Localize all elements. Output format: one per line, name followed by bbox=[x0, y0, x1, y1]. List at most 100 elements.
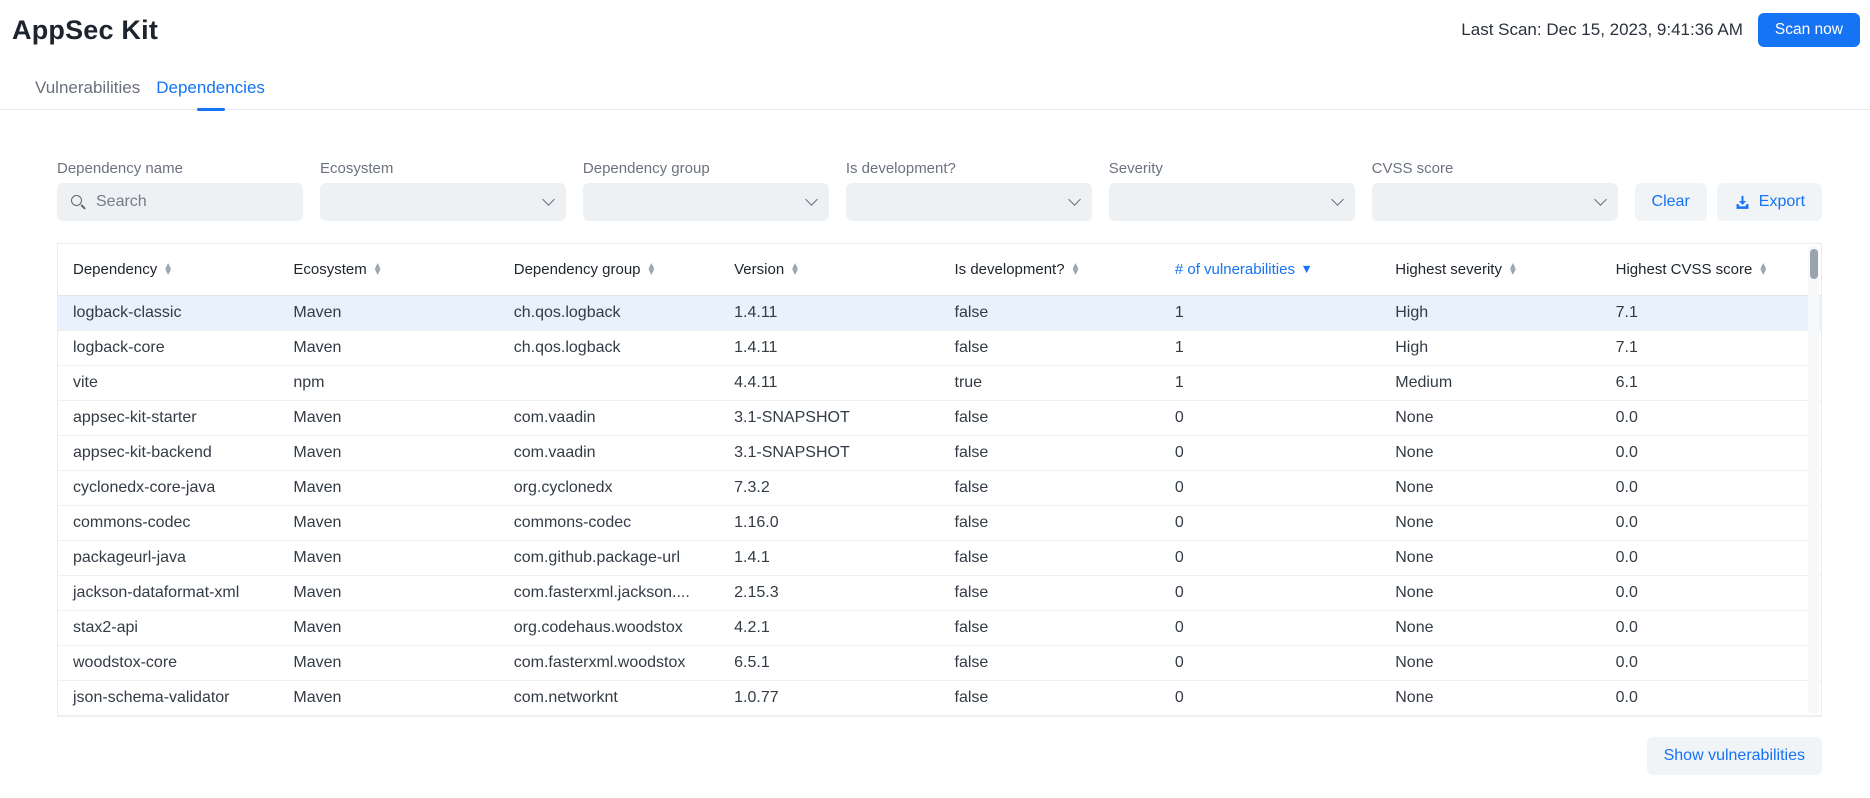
filter-select-severity[interactable] bbox=[1109, 183, 1355, 221]
cell-dependency: json-schema-validator bbox=[58, 680, 278, 715]
filter-select-cvss-score[interactable] bbox=[1372, 183, 1618, 221]
tabs: Vulnerabilities Dependencies bbox=[27, 72, 1870, 109]
cell-highest-cvss-score: 7.1 bbox=[1601, 295, 1821, 330]
table-row[interactable]: appsec-kit-backendMavencom.vaadin3.1-SNA… bbox=[58, 435, 1821, 470]
table-row[interactable]: logback-classicMavench.qos.logback1.4.11… bbox=[58, 295, 1821, 330]
cell-version: 1.4.11 bbox=[719, 330, 939, 365]
cell-highest-severity: None bbox=[1380, 435, 1600, 470]
cell-dependency-group: com.networknt bbox=[499, 680, 719, 715]
cell-version: 1.16.0 bbox=[719, 505, 939, 540]
filter-label: Ecosystem bbox=[320, 160, 566, 177]
column-header-highest-severity[interactable]: Highest severity▲▼ bbox=[1380, 244, 1600, 295]
cell-of-vulnerabilities: 0 bbox=[1160, 645, 1380, 680]
cell-highest-severity: None bbox=[1380, 505, 1600, 540]
table-row[interactable]: vitenpm4.4.11true1Medium6.1 bbox=[58, 365, 1821, 400]
cell-version: 1.4.1 bbox=[719, 540, 939, 575]
column-header-inner: Version▲▼ bbox=[734, 261, 933, 278]
column-header-of-vulnerabilities[interactable]: # of vulnerabilities▼ bbox=[1160, 244, 1380, 295]
cell-highest-cvss-score: 0.0 bbox=[1601, 680, 1821, 715]
filter-select-dependency-group[interactable] bbox=[583, 183, 829, 221]
clear-button[interactable]: Clear bbox=[1635, 183, 1707, 221]
cell-highest-severity: None bbox=[1380, 645, 1600, 680]
filter-select-ecosystem[interactable] bbox=[320, 183, 566, 221]
table-row[interactable]: packageurl-javaMavencom.github.package-u… bbox=[58, 540, 1821, 575]
export-button[interactable]: Export bbox=[1717, 183, 1822, 221]
cell-is-development: false bbox=[940, 330, 1160, 365]
column-header-inner: Highest severity▲▼ bbox=[1395, 261, 1594, 278]
tab-vulnerabilities[interactable]: Vulnerabilities bbox=[27, 72, 148, 109]
search-input[interactable] bbox=[96, 193, 290, 211]
cell-highest-severity: None bbox=[1380, 470, 1600, 505]
column-label: # of vulnerabilities bbox=[1175, 261, 1295, 278]
cell-dependency: appsec-kit-starter bbox=[58, 400, 278, 435]
table-row[interactable]: jackson-dataformat-xmlMavencom.fasterxml… bbox=[58, 575, 1821, 610]
column-header-is-development[interactable]: Is development?▲▼ bbox=[940, 244, 1160, 295]
table-scrollbar[interactable] bbox=[1808, 246, 1819, 714]
cell-of-vulnerabilities: 1 bbox=[1160, 365, 1380, 400]
cell-is-development: false bbox=[940, 610, 1160, 645]
column-header-highest-cvss-score[interactable]: Highest CVSS score▲▼ bbox=[1601, 244, 1821, 295]
column-header-dependency[interactable]: Dependency ▲▼ bbox=[58, 244, 278, 295]
cell-highest-severity: None bbox=[1380, 400, 1600, 435]
tab-dependencies[interactable]: Dependencies bbox=[148, 72, 273, 109]
cell-highest-severity: None bbox=[1380, 610, 1600, 645]
filter-select-is-development[interactable] bbox=[846, 183, 1092, 221]
cell-of-vulnerabilities: 0 bbox=[1160, 540, 1380, 575]
cell-is-development: false bbox=[940, 645, 1160, 680]
column-header-ecosystem[interactable]: Ecosystem▲▼ bbox=[278, 244, 498, 295]
cell-dependency: jackson-dataformat-xml bbox=[58, 575, 278, 610]
cell-dependency: appsec-kit-backend bbox=[58, 435, 278, 470]
cell-dependency: cyclonedx-core-java bbox=[58, 470, 278, 505]
cell-dependency: packageurl-java bbox=[58, 540, 278, 575]
sort-icon: ▲▼ bbox=[792, 263, 798, 276]
cell-highest-cvss-score: 0.0 bbox=[1601, 645, 1821, 680]
column-header-inner: Is development?▲▼ bbox=[955, 261, 1154, 278]
filter-label: CVSS score bbox=[1372, 160, 1618, 177]
column-header-version[interactable]: Version▲▼ bbox=[719, 244, 939, 295]
app-header: AppSec Kit Last Scan: Dec 15, 2023, 9:41… bbox=[0, 0, 1870, 47]
last-scan-timestamp: Last Scan: Dec 15, 2023, 9:41:36 AM bbox=[1461, 20, 1743, 40]
cell-ecosystem: Maven bbox=[278, 505, 498, 540]
cell-highest-cvss-score: 0.0 bbox=[1601, 435, 1821, 470]
cell-ecosystem: Maven bbox=[278, 680, 498, 715]
column-header-inner: Highest CVSS score▲▼ bbox=[1616, 261, 1815, 278]
dependencies-table: Dependency ▲▼ Ecosystem▲▼Dependency group▲… bbox=[57, 243, 1822, 717]
cell-dependency-group: com.github.package-url bbox=[499, 540, 719, 575]
cell-dependency: logback-classic bbox=[58, 295, 278, 330]
chevron-down-icon bbox=[805, 193, 818, 206]
table-row[interactable]: woodstox-coreMavencom.fasterxml.woodstox… bbox=[58, 645, 1821, 680]
cell-dependency-group: com.vaadin bbox=[499, 400, 719, 435]
cell-ecosystem: npm bbox=[278, 365, 498, 400]
cell-dependency: commons-codec bbox=[58, 505, 278, 540]
scrollbar-thumb[interactable] bbox=[1810, 249, 1818, 279]
table-row[interactable]: cyclonedx-core-javaMavenorg.cyclonedx7.3… bbox=[58, 470, 1821, 505]
show-vulnerabilities-button[interactable]: Show vulnerabilities bbox=[1647, 737, 1822, 775]
table-row[interactable]: json-schema-validatorMavencom.networknt1… bbox=[58, 680, 1821, 715]
search-icon bbox=[70, 194, 87, 211]
table-row[interactable]: stax2-apiMavenorg.codehaus.woodstox4.2.1… bbox=[58, 610, 1821, 645]
cell-of-vulnerabilities: 0 bbox=[1160, 505, 1380, 540]
cell-highest-cvss-score: 0.0 bbox=[1601, 540, 1821, 575]
export-button-label: Export bbox=[1759, 193, 1805, 211]
cell-version: 3.1-SNAPSHOT bbox=[719, 400, 939, 435]
filter-actions: Clear Export bbox=[1635, 183, 1822, 221]
sort-icon: ▲▼ bbox=[165, 263, 171, 276]
table-row[interactable]: appsec-kit-starterMavencom.vaadin3.1-SNA… bbox=[58, 400, 1821, 435]
filter-field-dependency-name: Dependency name bbox=[57, 160, 303, 221]
tab-label: Vulnerabilities bbox=[35, 78, 140, 97]
filter-field-severity: Severity bbox=[1109, 160, 1355, 221]
cell-version: 7.3.2 bbox=[719, 470, 939, 505]
cell-version: 2.15.3 bbox=[719, 575, 939, 610]
column-label: Dependency bbox=[73, 261, 157, 278]
cell-highest-severity: Medium bbox=[1380, 365, 1600, 400]
filter-field-is-development: Is development? bbox=[846, 160, 1092, 221]
cell-ecosystem: Maven bbox=[278, 330, 498, 365]
sort-icon: ▲▼ bbox=[1073, 263, 1079, 276]
tab-label: Dependencies bbox=[156, 78, 265, 97]
scan-now-button[interactable]: Scan now bbox=[1758, 13, 1860, 47]
table-row[interactable]: logback-coreMavench.qos.logback1.4.11fal… bbox=[58, 330, 1821, 365]
chevron-down-icon bbox=[542, 193, 555, 206]
column-header-dependency-group[interactable]: Dependency group▲▼ bbox=[499, 244, 719, 295]
filter-label: Dependency group bbox=[583, 160, 829, 177]
table-row[interactable]: commons-codecMavencommons-codec1.16.0fal… bbox=[58, 505, 1821, 540]
